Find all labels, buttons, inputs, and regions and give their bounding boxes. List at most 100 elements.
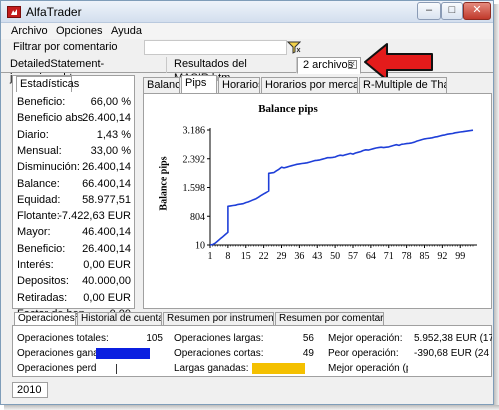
stat-row: Retiradas: 0,00 EUR <box>17 292 133 308</box>
stat-row: Disminución: 26.400,14 <box>17 161 133 177</box>
filter-label: Filtrar por comentario <box>13 41 118 53</box>
file-tab-detailed-statement[interactable]: DetailedStatement-josemigue.htm <box>5 57 167 84</box>
menu-archivo[interactable]: Archivo <box>11 25 48 37</box>
stat-value: 33,00 % <box>90 144 131 157</box>
menu-ayuda[interactable]: Ayuda <box>111 25 142 37</box>
year-field[interactable]: 2010 <box>12 382 48 398</box>
tab-balance[interactable]: Balance <box>143 77 180 93</box>
tab-resumen-instrumento[interactable]: Resumen por instrumento <box>163 312 274 326</box>
window-shadow <box>494 4 499 410</box>
tab-r-multiple-tharp[interactable]: R-Multiple de Tharp <box>359 77 447 93</box>
stat-row: Beneficio: 26.400,14 <box>17 243 133 259</box>
long-won-bar <box>252 363 322 374</box>
tab-horarios-por-mercado[interactable]: Horarios por mercado <box>261 77 358 93</box>
y-tick-label: 2.392 <box>183 154 206 165</box>
stat-value: 40.000,00 <box>82 275 131 288</box>
best-op-pct-label: Mejor operación (p <box>328 363 408 374</box>
long-ops-value: 56 <box>302 333 314 344</box>
stat-value: 0,00 EUR <box>83 291 131 304</box>
long-won-bar-fill <box>252 363 305 374</box>
won-ops-bar <box>96 348 160 359</box>
stat-row: Equidad: 58.977,51 <box>17 194 133 210</box>
stat-value: 26.400,14 <box>82 242 131 255</box>
stat-value: 58.977,51 <box>82 193 131 206</box>
stat-value: 46.400,14 <box>82 226 131 239</box>
window-shadow <box>4 405 499 410</box>
funnel-icon[interactable] <box>286 41 302 54</box>
stat-label: Mensual: <box>17 144 62 157</box>
tab-pips[interactable]: Pips <box>181 75 217 93</box>
long-won-label: Largas ganadas: <box>174 363 249 374</box>
stat-value: 66,00 % <box>90 96 131 108</box>
x-tick-label: 64 <box>366 251 376 262</box>
x-tick-label: 85 <box>419 251 429 262</box>
stat-label: Disminución: <box>17 161 80 174</box>
stat-row: Mensual: 33,00 % <box>17 145 133 161</box>
worst-op-value: -390,68 EUR (24 <box>414 348 490 359</box>
tab-operaciones[interactable]: Operaciones <box>14 312 76 326</box>
menu-opciones[interactable]: Opciones <box>56 25 102 37</box>
stat-value: 0,00 EUR <box>83 259 131 271</box>
stat-row: Flotante: -7.422,63 EUR <box>17 210 133 226</box>
close-tab-icon[interactable]: ✕ <box>348 60 357 69</box>
x-tick-label: 71 <box>384 251 394 262</box>
stat-row: Depositos: 40.000,00 <box>17 275 133 291</box>
filter-input[interactable] <box>144 40 287 55</box>
y-tick-label: 10 <box>195 241 205 252</box>
app-logo-icon <box>7 6 21 18</box>
minimize-button[interactable]: – <box>417 2 441 20</box>
x-tick-label: 78 <box>402 251 412 262</box>
x-tick-label: 36 <box>294 251 304 262</box>
tab-resumen-comentario[interactable]: Resumen por comentario <box>275 312 384 326</box>
x-tick-label: 22 <box>259 251 269 262</box>
stat-label: Beneficio: <box>17 242 66 255</box>
stat-value: 26.400,14 <box>82 161 131 174</box>
stat-row: Beneficio abs 26.400,14 <box>17 112 133 128</box>
x-tick-label: 50 <box>330 251 340 262</box>
y-tick-label: 804 <box>190 212 205 223</box>
y-tick-label: 3.186 <box>183 126 206 137</box>
balance-pips-chart: 10 804 1.598 2.392 3.186 1 8 15 22 29 36 43 50 57 64 71… <box>183 126 477 262</box>
stat-row: Mayor: 46.400,14 <box>17 226 133 242</box>
x-tick-label: 1 <box>208 251 213 262</box>
stat-label: Retiradas: <box>17 291 68 304</box>
x-tick-label: 43 <box>312 251 322 262</box>
balance-line-series <box>209 129 474 246</box>
short-ops-value: 49 <box>302 348 314 359</box>
stat-label: Balance: <box>17 177 60 190</box>
chart-tab-bar: Balance Pips Horarios Horarios por merca… <box>143 75 492 93</box>
stat-label: Interés: <box>17 259 54 271</box>
tab-estadisticas[interactable]: Estadísticas <box>16 76 79 92</box>
stat-label: Beneficio abs <box>17 112 84 125</box>
maximize-button[interactable]: □ <box>441 2 463 20</box>
stat-label: Equidad: <box>17 193 61 206</box>
x-tick-label: 29 <box>276 251 286 262</box>
stat-row: Beneficio: 66,00 % <box>17 96 133 112</box>
worst-op-label: Peor operación: <box>328 348 399 359</box>
stat-row: Interés: 0,00 EUR <box>17 259 133 275</box>
x-tick-label: 57 <box>348 251 358 262</box>
lost-ops-bar <box>116 364 117 374</box>
file-tab-2-archivos-label: 2 archivos <box>303 59 354 71</box>
stat-label: Flotante: <box>17 210 60 223</box>
total-ops-value: 105 <box>146 333 163 344</box>
x-tick-label: 15 <box>241 251 251 262</box>
file-tab-resultados-masir[interactable]: Resultados del MASIR.htm <box>169 57 297 84</box>
stat-label: Diario: <box>17 128 49 141</box>
tab-horarios[interactable]: Horarios <box>218 77 260 93</box>
stat-row: Balance: 66.400,14 <box>17 178 133 194</box>
lost-ops-label: Operaciones perdidas: <box>17 363 97 374</box>
best-op-value: 5.952,38 EUR (17 <box>414 333 492 344</box>
stat-value: 26.400,14 <box>82 112 131 125</box>
stat-value: -7.422,63 EUR <box>58 210 131 223</box>
y-tick-label: 1.598 <box>183 183 206 194</box>
best-op-label: Mejor operación: <box>328 333 403 344</box>
close-button[interactable]: ✕ <box>463 2 491 20</box>
stat-value: 66.400,14 <box>82 177 131 190</box>
file-tab-2-archivos[interactable]: 2 archivos ✕ <box>297 57 361 74</box>
stat-label: Mayor: <box>17 226 51 239</box>
tab-historial-cuentas[interactable]: Historial de cuentas <box>77 312 162 326</box>
x-tick-label: 99 <box>455 251 465 262</box>
bottom-tab-bar: Operaciones Historial de cuentas Resumen… <box>12 312 492 326</box>
short-ops-label: Operaciones cortas: <box>174 348 264 359</box>
